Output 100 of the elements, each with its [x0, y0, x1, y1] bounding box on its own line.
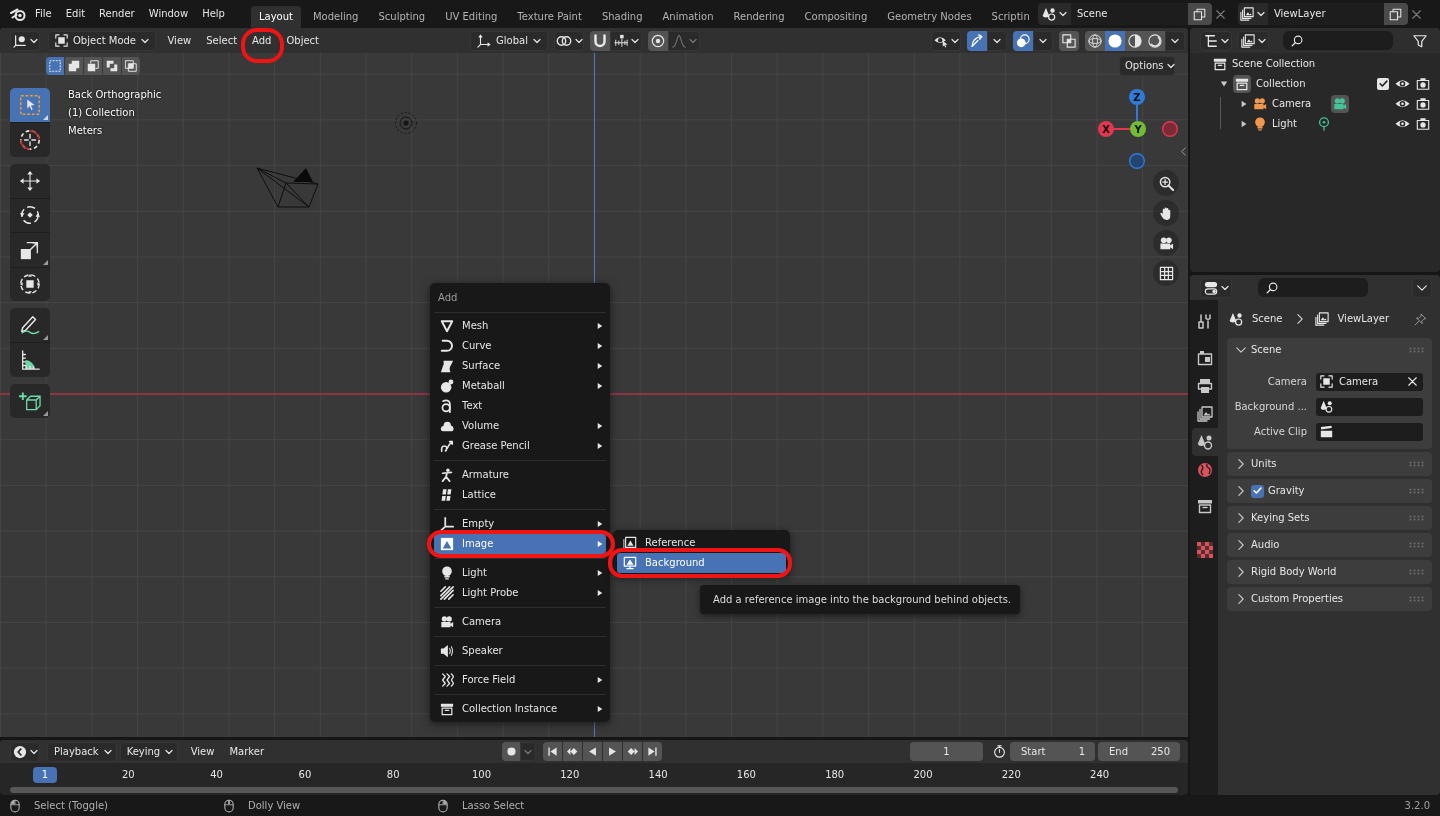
- menu-item[interactable]: Speaker: [434, 641, 606, 661]
- negative-x-axis-handle[interactable]: [1162, 121, 1178, 137]
- menu-item[interactable]: Background: [617, 553, 786, 573]
- collapsed-triangle-icon[interactable]: [1240, 100, 1248, 108]
- record-button[interactable]: [502, 742, 520, 761]
- workspace-tab[interactable]: Sculpting: [370, 6, 434, 28]
- copy-button[interactable]: [1383, 3, 1408, 25]
- shading-button[interactable]: [1085, 30, 1105, 51]
- pin-button[interactable]: [1412, 311, 1428, 327]
- shading-button[interactable]: [1105, 30, 1125, 51]
- chevron-left-icon[interactable]: [1181, 147, 1186, 156]
- scrollbar[interactable]: [10, 786, 1178, 793]
- scene-tab[interactable]: [1192, 428, 1218, 456]
- play-reverse-button[interactable]: [583, 742, 602, 761]
- gizmo-dropdown[interactable]: [987, 30, 1007, 51]
- menu-item[interactable]: Force Field: [434, 670, 606, 690]
- outliner-item-label[interactable]: Collection: [1256, 78, 1306, 90]
- menu-item[interactable]: Light: [434, 563, 606, 583]
- workspace-tab[interactable]: Geometry Nodes: [879, 6, 980, 28]
- menu-item[interactable]: Grease Pencil: [434, 436, 606, 456]
- move-tool[interactable]: [10, 163, 50, 198]
- editor-type-dropdown[interactable]: [1200, 277, 1232, 298]
- menu-item[interactable]: Window: [141, 4, 196, 24]
- selection-mode-button[interactable]: [46, 57, 64, 75]
- scene-name-field[interactable]: Scene: [1070, 3, 1188, 25]
- header-menu-item[interactable]: Select: [198, 30, 245, 51]
- workspace-tab[interactable]: UV Editing: [437, 6, 506, 28]
- menu-item[interactable]: Reference: [617, 533, 786, 553]
- outliner-item-label[interactable]: Light: [1272, 118, 1297, 130]
- shading-dropdown[interactable]: [1165, 30, 1185, 51]
- cursor-tool[interactable]: [10, 122, 50, 157]
- menu-item[interactable]: Metaball: [434, 376, 606, 396]
- collapsed-triangle-icon[interactable]: [1240, 120, 1248, 128]
- previous-keyframe-button[interactable]: [563, 742, 582, 761]
- menu-item[interactable]: Mesh: [434, 316, 606, 336]
- transform-tool[interactable]: [10, 266, 50, 301]
- overlay-dropdown[interactable]: [1033, 30, 1053, 51]
- timeline-menu-dropdown[interactable]: Playback: [47, 741, 117, 762]
- eye-icon[interactable]: [1395, 79, 1410, 89]
- menu-item[interactable]: Volume: [434, 416, 606, 436]
- workspace-tab[interactable]: Scriptin: [983, 6, 1033, 28]
- outliner-item-label[interactable]: Scene Collection: [1232, 58, 1316, 70]
- view-layer-name-field[interactable]: ViewLayer: [1267, 3, 1384, 25]
- display-mode-dropdown[interactable]: [1200, 30, 1232, 51]
- active-clip-field[interactable]: [1316, 422, 1423, 441]
- overlay-toggle[interactable]: [1013, 30, 1033, 51]
- outliner-item-label[interactable]: Camera: [1272, 98, 1312, 110]
- x-axis-handle[interactable]: X: [1098, 121, 1131, 137]
- orientation-dropdown[interactable]: Global: [470, 30, 548, 51]
- panel-title[interactable]: Custom Properties: [1251, 593, 1344, 605]
- scale-tool[interactable]: [10, 232, 50, 267]
- selectability-dropdown[interactable]: [931, 30, 961, 51]
- chevron-right-icon[interactable]: [1238, 459, 1244, 469]
- search-field[interactable]: [1283, 31, 1393, 50]
- selection-mode-button[interactable]: [103, 57, 121, 75]
- chevron-right-icon[interactable]: [1238, 540, 1244, 550]
- chevron-right-icon[interactable]: [1238, 513, 1244, 523]
- panel-title[interactable]: Rigid Body World: [1251, 566, 1337, 578]
- chevron-right-icon[interactable]: [1238, 567, 1244, 577]
- rotate-tool[interactable]: [10, 197, 50, 232]
- start-frame-field[interactable]: Start 1: [1010, 742, 1095, 761]
- y-axis-handle[interactable]: Y: [1130, 121, 1146, 137]
- menu-item[interactable]: Armature: [434, 465, 606, 485]
- filter-dropdown[interactable]: [1237, 30, 1269, 51]
- editor-type-dropdown[interactable]: [10, 741, 40, 762]
- search-field[interactable]: [1258, 278, 1368, 297]
- current-frame-field[interactable]: 1: [910, 742, 983, 761]
- menu-item[interactable]: Render: [92, 4, 142, 24]
- header-menu-item[interactable]: Object: [278, 30, 327, 51]
- menu-item[interactable]: Help: [195, 4, 232, 24]
- negative-z-axis-handle[interactable]: [1129, 153, 1145, 169]
- header-menu-item[interactable]: View: [160, 30, 199, 51]
- workspace-tab[interactable]: Texture Paint: [509, 6, 590, 28]
- header-menu-item[interactable]: Add: [244, 30, 279, 51]
- workspace-tab[interactable]: Animation: [654, 6, 722, 28]
- measure-tool[interactable]: [10, 342, 50, 377]
- mode-dropdown[interactable]: Object Mode: [48, 30, 156, 51]
- workspace-tab[interactable]: Rendering: [725, 6, 793, 28]
- workspace-tab[interactable]: Layout: [250, 6, 301, 28]
- add-cube-tool[interactable]: [10, 383, 50, 418]
- zoom-button[interactable]: [1153, 170, 1179, 196]
- panel-title[interactable]: Units: [1251, 458, 1277, 470]
- projection-toggle-button[interactable]: [1153, 260, 1179, 286]
- camera-field[interactable]: Camera: [1316, 372, 1423, 391]
- jump-to-end-button[interactable]: [643, 742, 662, 761]
- camera-view-button[interactable]: [1153, 230, 1179, 256]
- workspace-tab[interactable]: Modeling: [304, 6, 367, 28]
- eye-icon[interactable]: [1395, 119, 1410, 129]
- chevron-down-icon[interactable]: [1236, 347, 1246, 353]
- menu-item[interactable]: Collection Instance: [434, 699, 606, 719]
- photo-camera-icon[interactable]: [1416, 77, 1430, 91]
- menu-item[interactable]: Edit: [58, 4, 93, 24]
- snap-toggle[interactable]: [590, 30, 610, 51]
- menu-item[interactable]: Curve: [434, 336, 606, 356]
- photo-camera-icon[interactable]: [1416, 97, 1430, 111]
- end-frame-field[interactable]: End 250: [1098, 742, 1180, 761]
- timeline-menu-dropdown[interactable]: Keying: [119, 741, 179, 762]
- copy-button[interactable]: [1187, 3, 1212, 25]
- panel-title[interactable]: Keying Sets: [1251, 512, 1310, 524]
- menu-item[interactable]: Light Probe: [434, 583, 606, 603]
